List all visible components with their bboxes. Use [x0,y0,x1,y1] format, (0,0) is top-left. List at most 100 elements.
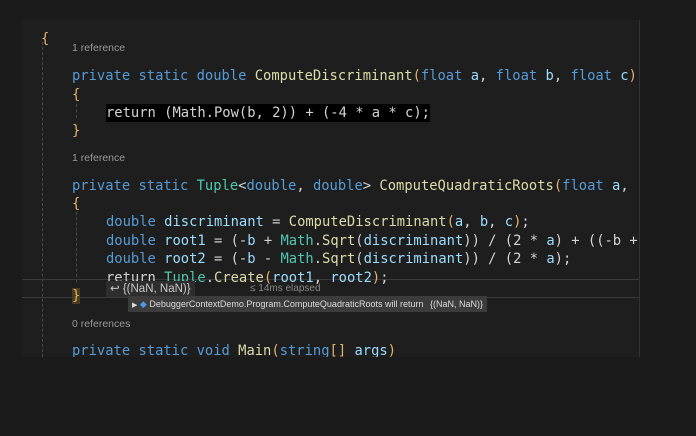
code-token: b [247,233,256,249]
code-line[interactable]: } [72,287,81,305]
code-token: , [553,68,571,84]
tooltip-value: {(NaN, NaN)} [429,299,483,309]
code-token: discriminant [363,233,464,249]
code-token: Tuple [196,178,239,194]
code-token: , [479,68,496,84]
code-token: . [313,251,323,267]
code-token: float [495,68,546,84]
code-token: private static [72,178,197,194]
code-token: root1 [164,233,206,249]
code-token: Main [238,343,272,357]
code-token: { [72,87,81,103]
code-token: ) [628,68,637,84]
method-cube-icon: ◆ [139,299,147,309]
code-token: ComputeDiscriminant [288,214,447,230]
code-token: discriminant [164,214,264,230]
code-token: double [106,251,165,267]
code-token: root2 [164,251,206,267]
code-token: root2 [330,270,372,286]
code-token: ) [371,270,381,286]
codelens-references[interactable]: 0 references [72,318,130,330]
code-token: double [246,178,297,194]
expand-arrow-icon[interactable]: ▶ [132,302,137,309]
code-token: = [263,214,289,230]
code-token: ( [355,251,364,267]
code-editor[interactable]: 1 reference 1 reference 0 references {pr… [22,20,640,357]
code-token: . [205,270,215,286]
indent-guide [42,42,43,357]
code-token: - [255,251,281,267]
code-token: c [504,214,514,230]
code-line[interactable]: double root1 = (-b + Math.Sqrt(discrimin… [106,232,638,250]
codelens-references[interactable]: 1 reference [72,42,125,54]
code-token: )) / (2 * [463,251,547,267]
code-token: ComputeDiscriminant [254,68,413,84]
code-token: ( [553,178,563,194]
code-token: ( [412,68,421,84]
code-token: a [470,68,480,84]
code-line[interactable]: } [72,122,80,140]
code-token: } [72,288,81,304]
code-token: , [488,214,505,230]
code-token: float [420,68,471,84]
code-line[interactable]: private static Tuple<double, double> Com… [72,177,629,195]
code-token: , [620,178,629,194]
code-token: . [313,233,323,249]
code-token: { [72,196,81,212]
code-token: = (- [205,233,248,249]
elapsed-time: ≤ 14ms elapsed [250,283,321,294]
code-line[interactable]: { [41,30,49,48]
code-token: ; [521,214,530,230]
code-line[interactable]: { [72,195,80,213]
code-token: a [546,233,555,249]
indent-guide [76,104,77,118]
code-token: ( [446,214,455,230]
code-line[interactable]: { [72,86,80,104]
code-token: args [354,343,388,357]
code-line[interactable]: return (Math.Pow(b, 2)) + (-4 * a * c); [106,104,430,122]
code-token: double [106,214,165,230]
code-token: b [247,251,256,267]
code-token: a [454,214,464,230]
code-token: double [312,178,363,194]
code-token: ComputeQuadraticRoots [379,178,554,194]
code-token: > [362,178,380,194]
indent-guide [76,212,77,282]
return-value-tooltip: ▶ ◆ DebuggerContextDemo.Program.ComputeQ… [128,296,487,312]
code-token: ) + ((-b + [554,233,638,249]
tooltip-method: DebuggerContextDemo.Program.ComputeQuadr… [149,299,424,309]
code-token: , [296,178,313,194]
code-token: Sqrt [322,251,356,267]
code-token: ; [380,270,389,286]
code-line[interactable]: private static void Main(string[] args) [72,342,396,357]
code-token: string [279,343,330,357]
code-token: , [463,214,480,230]
code-token: private static double [72,68,255,84]
code-token: Math [280,251,314,267]
code-token: ( [355,233,364,249]
code-line[interactable]: double discriminant = ComputeDiscriminan… [106,213,530,231]
code-line[interactable]: private static double ComputeDiscriminan… [72,67,637,85]
code-token: { [41,31,50,47]
code-token: discriminant [363,251,464,267]
code-token: )) / (2 * [463,233,547,249]
return-value-inline[interactable]: ↩ {(NaN, NaN)} [106,281,195,297]
code-token: c [620,68,629,84]
code-token: = (- [205,251,248,267]
code-token: Math [280,233,314,249]
code-token: ( [271,343,280,357]
code-token: float [570,68,621,84]
code-token: Sqrt [322,233,356,249]
code-token: + [255,233,281,249]
code-token: ) [387,343,396,357]
code-token: double [106,233,165,249]
code-token: return (Math.Pow(b, 2)) + (-4 * a * c); [106,105,430,121]
code-token: b [545,68,554,84]
code-token: a [546,251,555,267]
code-token: b [479,214,489,230]
code-token: ); [554,251,572,267]
codelens-references[interactable]: 1 reference [72,152,125,164]
code-token: private static void [72,343,239,357]
code-line[interactable]: double root2 = (-b - Math.Sqrt(discrimin… [106,250,571,268]
code-token: } [72,123,81,139]
